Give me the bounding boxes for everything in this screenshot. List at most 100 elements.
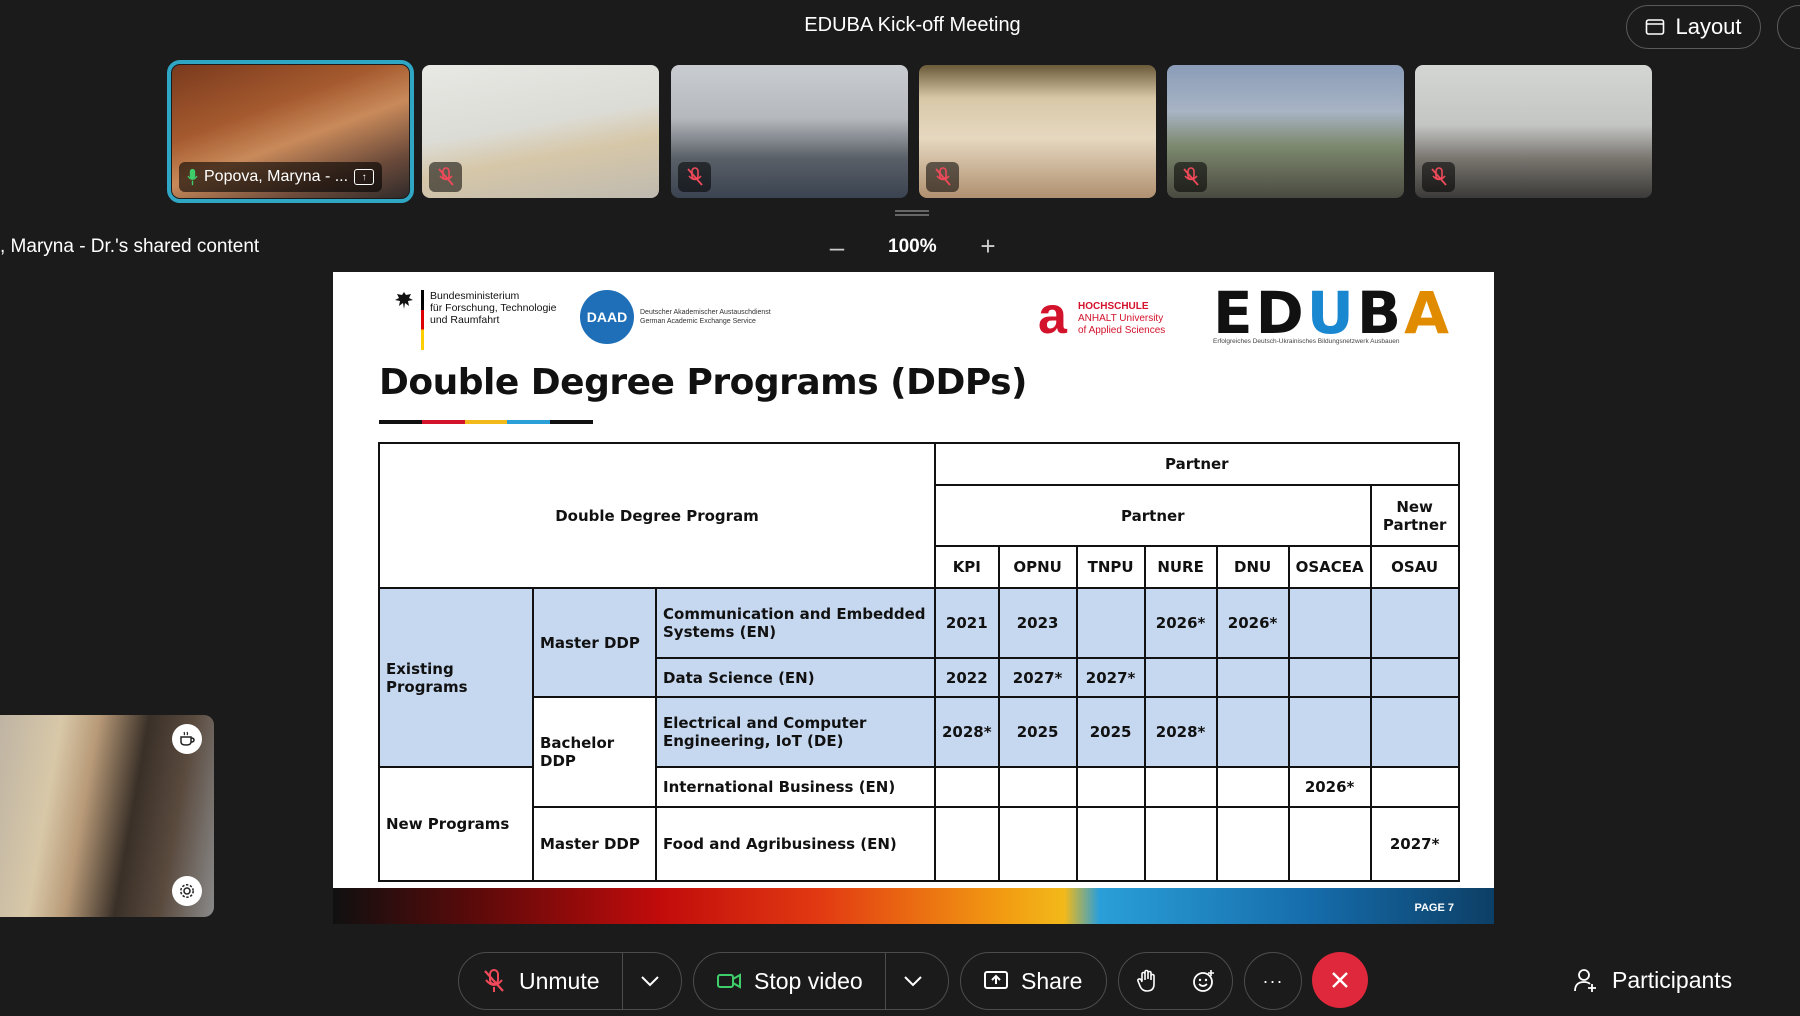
- table-cell: [1143, 766, 1218, 808]
- program-name: Data Science (EN): [655, 657, 936, 698]
- mic-muted-icon: [926, 162, 959, 192]
- video-control-group: Stop video: [693, 952, 949, 1010]
- table-cell: 2026*: [1287, 766, 1372, 808]
- table-cell: [934, 766, 1000, 808]
- slide-title: Double Degree Programs (DDPs): [379, 362, 1028, 403]
- unmute-label: Unmute: [519, 967, 600, 994]
- group-master-new: Master DDP: [532, 806, 657, 882]
- eduba-wordmark: EDUBA: [1213, 279, 1452, 347]
- more-options-button[interactable]: ···: [1244, 952, 1302, 1010]
- participant-tile-3[interactable]: [671, 65, 908, 198]
- table-cell: 2027*: [1075, 657, 1146, 698]
- stop-video-button[interactable]: Stop video: [694, 953, 885, 1009]
- table-cell: [1287, 696, 1372, 768]
- participants-button[interactable]: Participants: [1572, 966, 1732, 994]
- group-bachelor: Bachelor DDP: [532, 696, 657, 808]
- close-icon: [1332, 972, 1348, 988]
- coffee-break-button[interactable]: [172, 724, 202, 754]
- participants-label: Participants: [1612, 966, 1733, 993]
- group-new: New Programs: [378, 766, 534, 882]
- mic-muted-icon: [429, 162, 462, 192]
- gear-icon: [180, 884, 194, 898]
- chevron-down-icon: [903, 976, 922, 987]
- participants-icon: [1574, 969, 1596, 992]
- table-cell: [1369, 766, 1460, 808]
- daad-badge: DAAD: [580, 290, 634, 344]
- participant-tile-4[interactable]: [919, 65, 1156, 198]
- table-cell: 2023: [997, 587, 1078, 659]
- table-cell: [1287, 806, 1372, 882]
- table-cell: [1075, 766, 1146, 808]
- audio-options-dropdown[interactable]: [623, 953, 677, 1009]
- mic-on-icon: [187, 168, 198, 186]
- window-control-button[interactable]: [1777, 5, 1800, 49]
- reactions-group: [1118, 952, 1233, 1010]
- share-button-content: Share: [961, 953, 1104, 1009]
- participant-tile-5[interactable]: [1167, 65, 1404, 198]
- program-name: Electrical and Computer Engineering, IoT…: [655, 696, 936, 768]
- table-cell: [1369, 657, 1460, 698]
- table-cell: 2028*: [934, 696, 1000, 768]
- table-cell: [1143, 657, 1218, 698]
- table-cell: [1287, 657, 1372, 698]
- table-cell: [1215, 806, 1290, 882]
- bmf-logo: Bundesministerium für Forschung, Technol…: [393, 290, 556, 350]
- meeting-title: EDUBA Kick-off Meeting: [804, 14, 1021, 36]
- unmute-button[interactable]: Unmute: [459, 953, 622, 1009]
- mic-muted-icon: [678, 162, 711, 192]
- table-cell: 2022: [934, 657, 1000, 698]
- group-existing: Existing Programs: [378, 587, 534, 768]
- sharing-indicator-icon: ↑: [354, 169, 375, 185]
- table-cell: [934, 806, 1000, 882]
- participant-tile-2[interactable]: [422, 65, 659, 198]
- table-cell: 2021: [934, 587, 1000, 659]
- share-label: Share: [1021, 967, 1083, 994]
- table-cell: 2027*: [997, 657, 1078, 698]
- share-screen-icon: [984, 971, 1008, 989]
- zoom-out-button[interactable]: –: [825, 232, 849, 263]
- self-view-video[interactable]: [0, 715, 214, 917]
- leave-meeting-button[interactable]: [1312, 952, 1368, 1008]
- participant-name: Popova, Maryna - ...: [204, 168, 349, 185]
- zoom-in-button[interactable]: +: [976, 231, 1000, 262]
- partner-header: Partner: [934, 442, 1460, 486]
- coffee-cup-icon: [180, 731, 195, 746]
- program-name: Food and Agribusiness (EN): [655, 806, 936, 882]
- table-cell: [997, 806, 1078, 882]
- stop-video-label: Stop video: [754, 967, 863, 994]
- self-view-settings-button[interactable]: [172, 876, 202, 906]
- partner-osacea: OSACEA: [1287, 545, 1372, 589]
- program-name: International Business (EN): [655, 766, 936, 808]
- table-cell: [1369, 696, 1460, 768]
- video-options-dropdown[interactable]: [886, 953, 940, 1009]
- reactions-icon[interactable]: [1191, 968, 1217, 994]
- table-cell: [1215, 766, 1290, 808]
- anhalt-a-icon: a: [1038, 287, 1067, 345]
- table-cell: 2026*: [1215, 587, 1290, 659]
- program-header: Double Degree Program: [378, 442, 936, 589]
- resize-handle[interactable]: [895, 210, 929, 216]
- participant-tile-popova[interactable]: Popova, Maryna - ... ↑: [167, 60, 414, 203]
- mic-muted-icon: [1174, 162, 1207, 192]
- layout-icon: [1646, 19, 1665, 35]
- page-number: PAGE 7: [1414, 902, 1454, 914]
- group-master: Master DDP: [532, 587, 657, 698]
- audio-control-group: Unmute: [458, 952, 682, 1010]
- program-name: Communication and Embedded Systems (EN): [655, 587, 936, 659]
- table-cell: [1287, 587, 1372, 659]
- partner-dnu: DNU: [1215, 545, 1290, 589]
- mic-muted-icon: [484, 969, 504, 992]
- table-cell: [1075, 587, 1146, 659]
- raise-hand-icon[interactable]: [1134, 968, 1160, 994]
- table-cell: 2028*: [1143, 696, 1218, 768]
- layout-button[interactable]: Layout: [1626, 5, 1761, 49]
- table-cell: 2026*: [1143, 587, 1218, 659]
- table-cell: 2025: [1075, 696, 1146, 768]
- daad-text: Deutscher Akademischer Austauschdienst G…: [640, 309, 771, 325]
- participant-tile-6[interactable]: [1415, 65, 1652, 198]
- bmf-text: Bundesministerium für Forschung, Technol…: [430, 290, 557, 326]
- eduba-logo: EDUBA Erfolgreiches Deutsch-Ukrainisches…: [1213, 284, 1452, 345]
- shared-content-label: , Maryna - Dr.'s shared content: [0, 236, 260, 257]
- share-button[interactable]: Share: [960, 952, 1107, 1010]
- title-underline: [379, 420, 593, 424]
